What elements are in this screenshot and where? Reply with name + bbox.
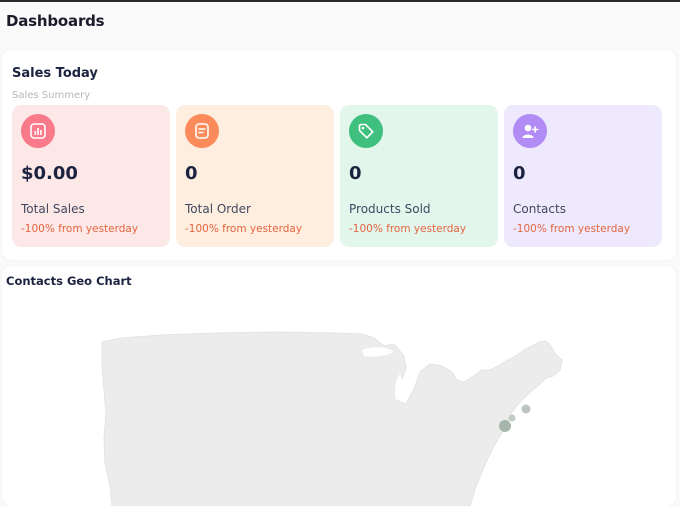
tag-icon bbox=[358, 123, 374, 139]
stat-card-total-order[interactable]: 0 Total Order -100% from yesterday bbox=[176, 105, 334, 247]
geo-marker[interactable] bbox=[499, 420, 511, 432]
stat-value: $0.00 bbox=[21, 163, 78, 184]
add-user-icon bbox=[522, 124, 539, 138]
stat-card-contacts[interactable]: 0 Contacts -100% from yesterday bbox=[504, 105, 662, 247]
stat-label: Total Order bbox=[185, 202, 251, 216]
stat-value: 0 bbox=[185, 163, 198, 184]
geo-chart-title: Contacts Geo Chart bbox=[6, 274, 132, 288]
top-border bbox=[0, 0, 680, 2]
sales-today-card: Sales Today Sales Summery $0.00 Total Sa… bbox=[2, 50, 676, 260]
stat-value: 0 bbox=[513, 163, 526, 184]
stat-change: -100% from yesterday bbox=[185, 223, 303, 235]
geo-marker[interactable] bbox=[508, 414, 516, 422]
contacts-geo-chart-card: Contacts Geo Chart bbox=[2, 266, 676, 506]
usa-map bbox=[101, 331, 563, 506]
stat-label: Total Sales bbox=[21, 202, 85, 216]
stat-card-products-sold[interactable]: 0 Products Sold -100% from yesterday bbox=[340, 105, 498, 247]
map-land bbox=[101, 331, 563, 506]
sales-summary-subtitle: Sales Summery bbox=[12, 90, 91, 101]
geo-marker[interactable] bbox=[521, 404, 531, 414]
stat-change: -100% from yesterday bbox=[21, 223, 139, 235]
stat-change: -100% from yesterday bbox=[513, 223, 631, 235]
page-title: Dashboards bbox=[6, 12, 105, 30]
stat-value: 0 bbox=[349, 163, 362, 184]
stat-icon-circle bbox=[21, 114, 55, 148]
stat-icon-circle bbox=[513, 114, 547, 148]
document-icon bbox=[195, 123, 209, 139]
stat-label: Products Sold bbox=[349, 202, 431, 216]
stat-change: -100% from yesterday bbox=[349, 223, 467, 235]
sales-today-title: Sales Today bbox=[12, 66, 98, 81]
stat-icon-circle bbox=[349, 114, 383, 148]
stat-card-total-sales[interactable]: $0.00 Total Sales -100% from yesterday bbox=[12, 105, 170, 247]
bar-chart-icon bbox=[30, 123, 46, 139]
stat-label: Contacts bbox=[513, 202, 566, 216]
stat-icon-circle bbox=[185, 114, 219, 148]
